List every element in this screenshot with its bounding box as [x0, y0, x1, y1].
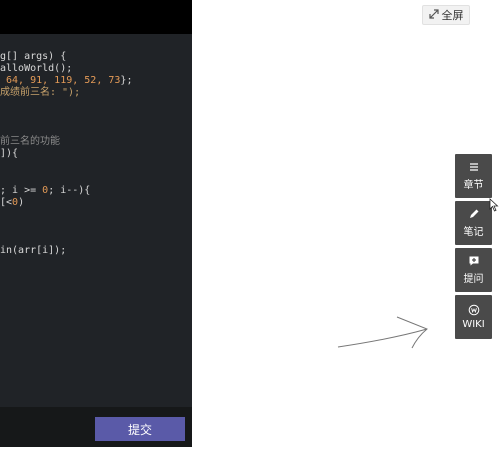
code-token: 前三名的功能 [0, 136, 60, 147]
code-token: g[] args) { [0, 51, 67, 62]
editor-top-bar [0, 0, 192, 34]
code-token: [< [0, 197, 13, 208]
side-item-label: WIKI [462, 319, 485, 330]
code-token: ) [18, 197, 25, 208]
code-line: 前三名的功能 [0, 136, 60, 148]
side-toolbar: 章节 笔记 提问 WIKI [455, 154, 492, 342]
code-line: [<0) [0, 197, 24, 209]
code-line: g[] args) { [0, 51, 66, 63]
side-item-label: 笔记 [463, 227, 484, 238]
submit-button[interactable]: 提交 [95, 417, 185, 441]
side-item-notes[interactable]: 笔记 [455, 201, 492, 245]
wiki-icon [468, 304, 480, 316]
code-token: }; [120, 75, 133, 86]
side-item-questions[interactable]: 提问 [455, 248, 492, 292]
side-item-label: 章节 [463, 180, 484, 191]
pencil-icon [468, 208, 480, 220]
list-icon [468, 161, 480, 173]
code-line: 64, 91, 119, 52, 73}; [0, 75, 132, 87]
code-token: ; i--){ [48, 185, 91, 196]
expand-icon [428, 8, 439, 22]
code-token: alloWorld(); [0, 63, 73, 74]
code-line: ; i >= 0; i--){ [0, 185, 90, 197]
fullscreen-label: 全屏 [441, 9, 464, 22]
mouse-cursor-icon [489, 198, 499, 212]
code-line: alloWorld(); [0, 63, 72, 75]
code-token: 64, 91, 119, 52, 73 [0, 75, 121, 86]
code-token: ; i >= [0, 185, 43, 196]
code-token: ]){ [0, 148, 19, 159]
code-line: 成绩前三名: "); [0, 87, 80, 99]
code-area[interactable]: g[] args) {alloWorld(); 64, 91, 119, 52,… [0, 34, 192, 407]
code-token: in(arr[i]); [0, 245, 67, 256]
code-line: in(arr[i]); [0, 245, 66, 257]
code-token: 成绩前三名: "); [0, 87, 81, 98]
arrow-doodle-icon [337, 316, 428, 349]
side-item-chapters[interactable]: 章节 [455, 154, 492, 198]
side-item-label: 提问 [463, 274, 484, 285]
comment-plus-icon [468, 255, 480, 267]
code-editor-panel: g[] args) {alloWorld(); 64, 91, 119, 52,… [0, 0, 192, 447]
side-item-wiki[interactable]: WIKI [455, 295, 492, 339]
fullscreen-button[interactable]: 全屏 [422, 5, 470, 25]
code-line: ]){ [0, 148, 18, 160]
